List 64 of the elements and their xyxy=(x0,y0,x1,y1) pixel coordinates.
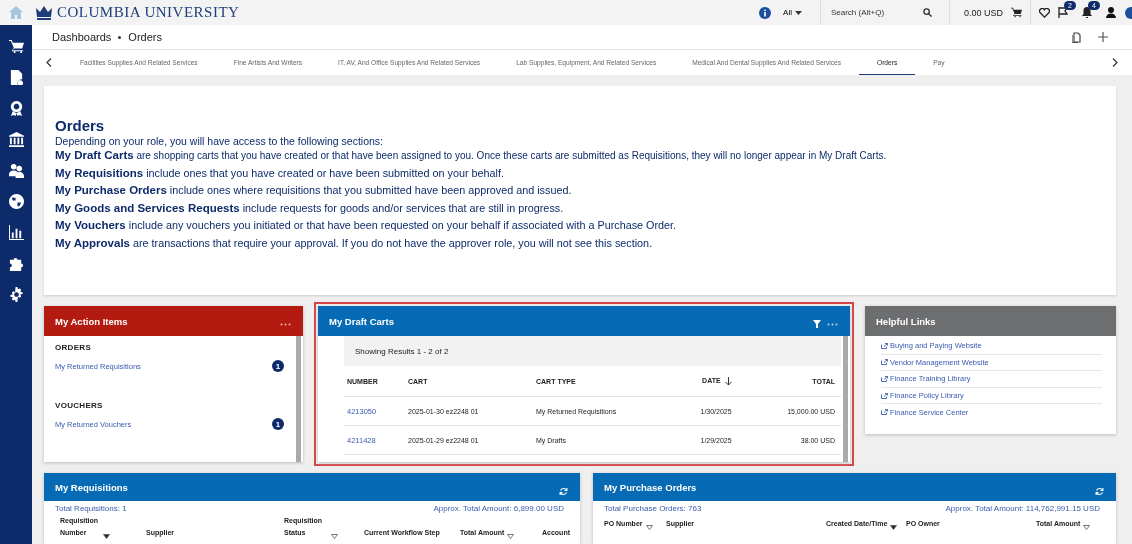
external-link-icon xyxy=(881,392,888,399)
scrollbar[interactable] xyxy=(843,336,848,462)
intro-text: Depending on your role, you will have access to the following sections: xyxy=(55,135,385,147)
refresh-icon[interactable] xyxy=(1095,486,1104,496)
section-heading: VOUCHERS xyxy=(55,400,104,412)
cart-icon[interactable] xyxy=(1011,7,1022,18)
section-title: Orders xyxy=(55,117,106,134)
user-icon[interactable] xyxy=(1106,7,1116,18)
document-icon[interactable] xyxy=(8,70,24,85)
bank-icon[interactable] xyxy=(8,132,24,147)
description-text: My Draft Carts are shopping carts that you have created or that have been assigned to you. Once these carts are submitted as Requisitions, they will no longer appear in My Draft Carts. xyxy=(55,149,888,161)
section-heading: ORDERS xyxy=(55,342,93,354)
filter-icon[interactable] xyxy=(813,320,821,328)
badge-icon[interactable] xyxy=(8,101,24,116)
description-text: My Approvals are transactions that require your approval. If you do not have the approver role, you will not see this section. xyxy=(55,236,654,249)
chevron-right-icon[interactable] xyxy=(1112,58,1118,67)
card-title: My Action Items xyxy=(55,315,128,327)
scrollbar[interactable] xyxy=(296,336,301,462)
cart-total[interactable]: 0.00 USD xyxy=(957,7,1003,18)
sort-arrow-icon xyxy=(724,376,732,386)
flag-icon[interactable] xyxy=(1058,7,1068,18)
info-icon[interactable] xyxy=(759,6,772,19)
results-count: Showing Results 1 - 2 of 2 xyxy=(355,346,449,356)
info-icon[interactable] xyxy=(1124,6,1132,19)
total-amount: Approx. Total Amount: 114,762,991.15 USD xyxy=(945,504,1100,513)
chevron-left-icon[interactable] xyxy=(46,58,52,67)
settings-icon[interactable] xyxy=(8,287,24,302)
external-link-icon xyxy=(881,376,888,382)
breadcrumb-link[interactable]: Dashboards xyxy=(52,31,112,43)
card-title: My Requisitions xyxy=(55,481,128,493)
copy-icon[interactable] xyxy=(1072,31,1081,43)
description-text: My Requisitions include ones that you have created or have been submitted on your behalf. xyxy=(55,166,505,179)
card-title: My Purchase Orders xyxy=(604,481,697,493)
people-icon[interactable] xyxy=(8,163,24,178)
cart-icon[interactable] xyxy=(8,39,24,54)
add-icon[interactable] xyxy=(1098,32,1108,42)
breadcrumb-current: Orders xyxy=(128,31,162,43)
puzzle-icon[interactable] xyxy=(8,256,24,271)
external-link-icon xyxy=(881,409,888,416)
description-text: My Purchase Orders include ones where requisitions that you submitted have been approved and issued. xyxy=(55,184,573,197)
description-text: My Vouchers include any vouchers you initiated or that have been requested on your behalf if associated with a Purchase Order. xyxy=(55,219,678,232)
breadcrumb-separator-icon xyxy=(118,35,122,39)
external-link-icon xyxy=(881,342,888,349)
total-amount: Approx. Total Amount: 6,899.00 USD xyxy=(433,504,564,513)
total-count: Total Requisitions: 1 xyxy=(55,504,127,513)
more-icon[interactable] xyxy=(280,322,291,326)
heart-icon[interactable] xyxy=(1039,7,1050,18)
total-count: Total Purchase Orders: 763 xyxy=(604,504,702,513)
search-icon[interactable] xyxy=(922,8,932,17)
card-title: My Draft Carts xyxy=(329,315,394,327)
count-badge: 1 xyxy=(272,418,284,430)
crown-icon xyxy=(35,5,53,20)
count-badge: 1 xyxy=(272,360,284,372)
caret-icon xyxy=(794,10,802,15)
more-icon[interactable] xyxy=(827,322,838,326)
bell-icon[interactable] xyxy=(1082,7,1092,18)
refresh-icon[interactable] xyxy=(559,486,568,496)
university-logo[interactable]: COLUMBIA UNIVERSITY xyxy=(57,4,240,21)
globe-icon[interactable] xyxy=(8,194,24,209)
card-title: Helpful Links xyxy=(876,315,936,327)
search-field[interactable]: Search (Alt+Q) xyxy=(828,7,923,18)
chart-icon[interactable] xyxy=(8,225,24,240)
external-link-icon xyxy=(881,359,888,366)
description-text: My Goods and Services Requests include requests for goods and/or services that are still in progress. xyxy=(55,201,565,214)
